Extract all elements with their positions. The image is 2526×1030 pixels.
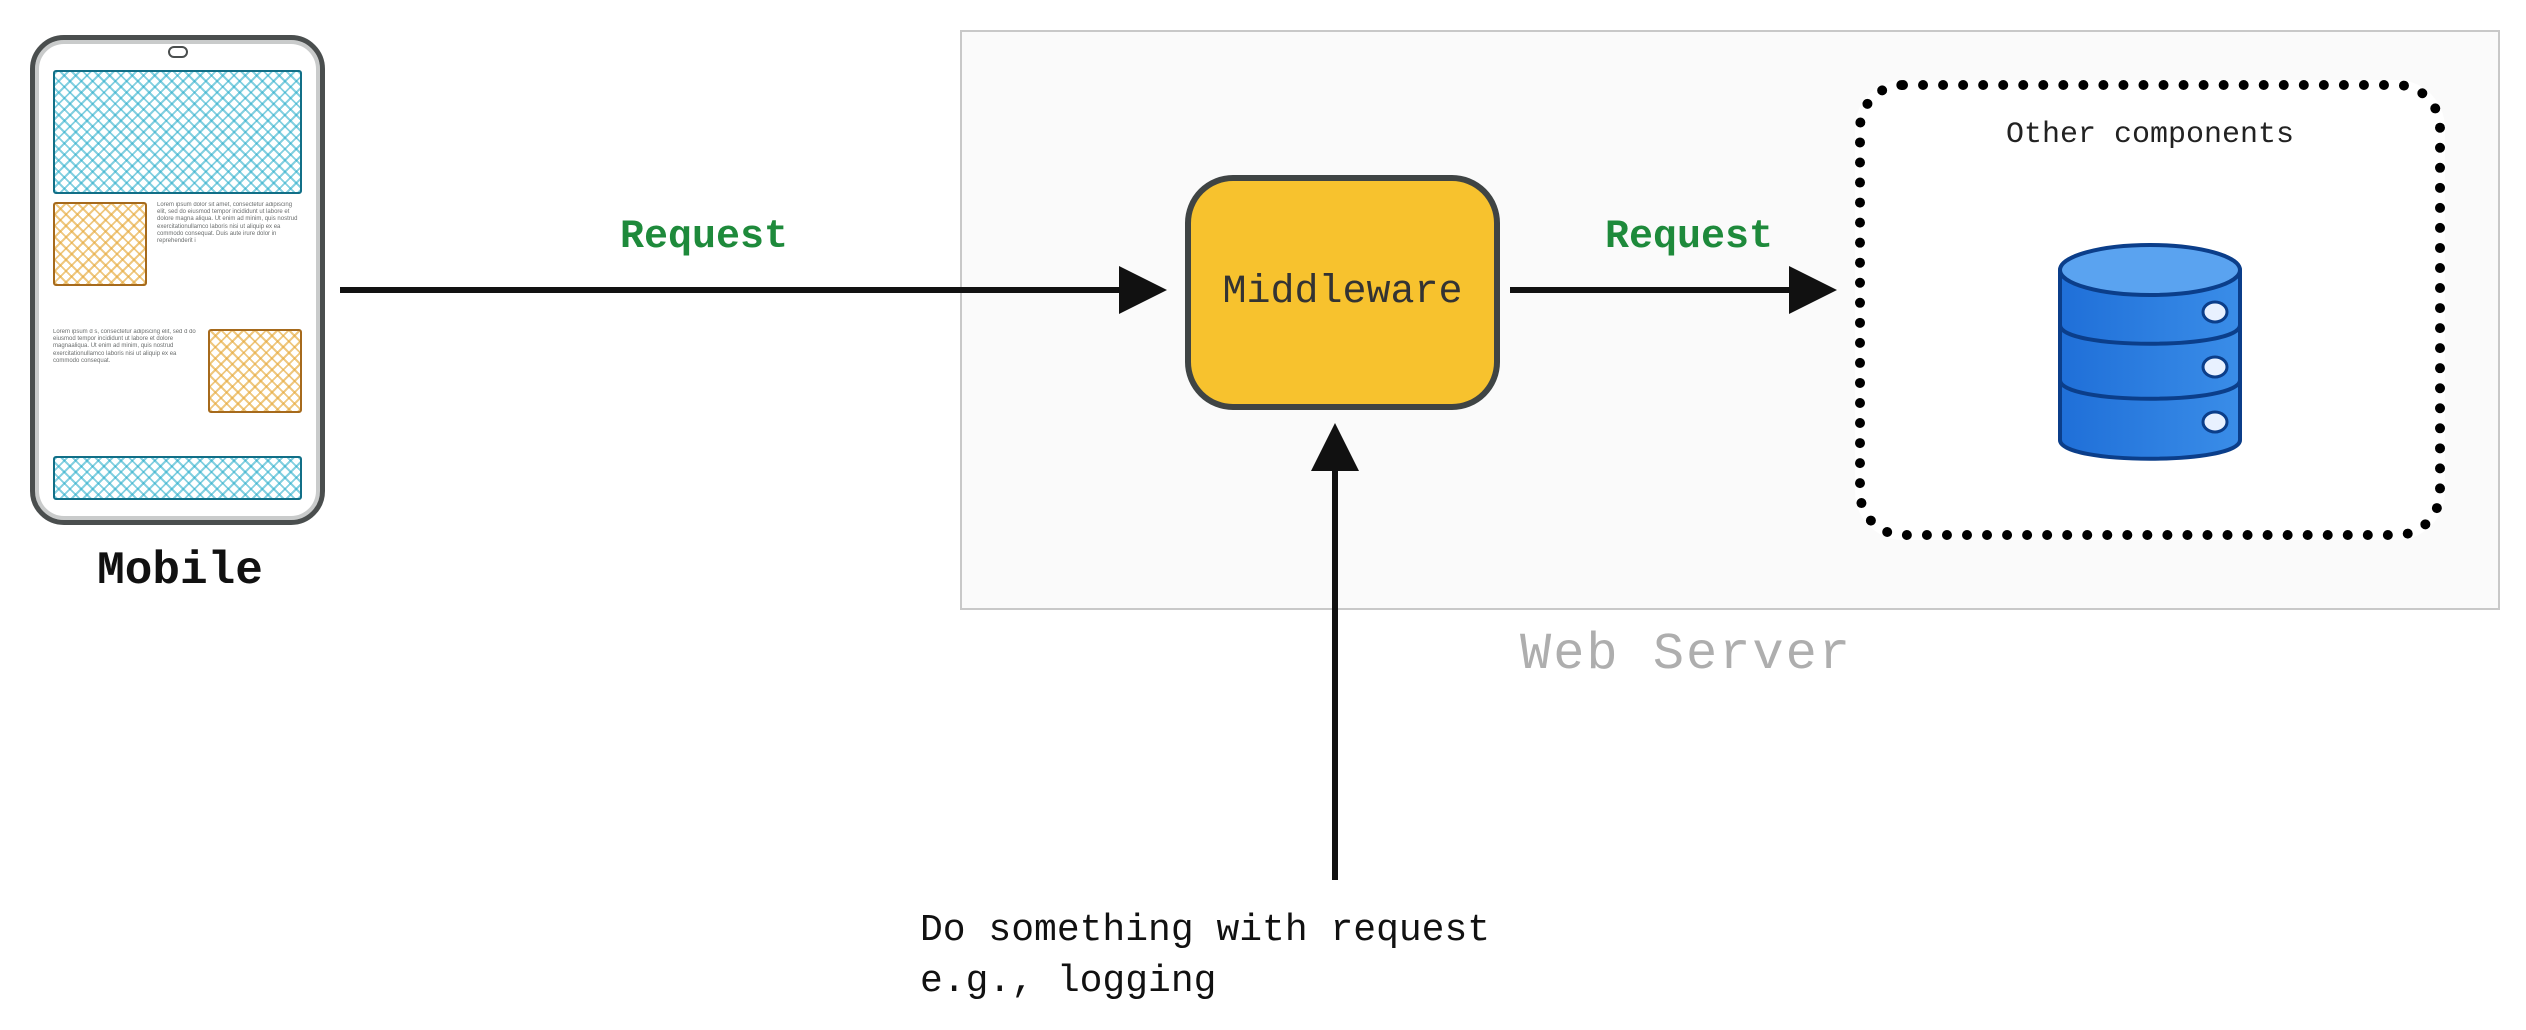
mobile-label: Mobile xyxy=(30,545,330,597)
request-label-2: Request xyxy=(1605,215,1773,260)
mobile-speaker xyxy=(168,46,188,58)
mobile-thumb-1 xyxy=(53,202,147,286)
middleware-label: Middleware xyxy=(1222,270,1462,315)
mobile-screen: Lorem ipsum dolor sit amet, consectetur … xyxy=(53,70,302,500)
mobile-hero-image xyxy=(53,70,302,194)
web-server-label: Web Server xyxy=(1520,625,1852,684)
other-components-container: Other components xyxy=(1855,80,2445,540)
mobile-content-row-1: Lorem ipsum dolor sit amet, consectetur … xyxy=(53,202,302,321)
request-label-1: Request xyxy=(620,215,788,260)
middleware-node: Middleware xyxy=(1185,175,1500,410)
mobile-thumb-2 xyxy=(208,329,302,413)
mobile-lorem-1: Lorem ipsum dolor sit amet, consectetur … xyxy=(157,202,302,321)
mobile-content-row-2: Lorem ipsum d s, consectetur adipiscing … xyxy=(53,329,302,448)
note-line-2: e.g., logging xyxy=(920,960,1216,1003)
note-line-1: Do something with request xyxy=(920,909,1490,952)
mobile-device: Lorem ipsum dolor sit amet, consectetur … xyxy=(30,35,325,525)
database-icon xyxy=(2045,230,2255,480)
mobile-lorem-2: Lorem ipsum d s, consectetur adipiscing … xyxy=(53,329,198,448)
diagram-canvas: Lorem ipsum dolor sit amet, consectetur … xyxy=(0,0,2526,1030)
mobile-footer-bar xyxy=(53,456,302,500)
mobile-frame: Lorem ipsum dolor sit amet, consectetur … xyxy=(30,35,325,525)
other-components-label: Other components xyxy=(1865,118,2435,152)
middleware-note: Do something with request e.g., logging xyxy=(920,905,1490,1008)
